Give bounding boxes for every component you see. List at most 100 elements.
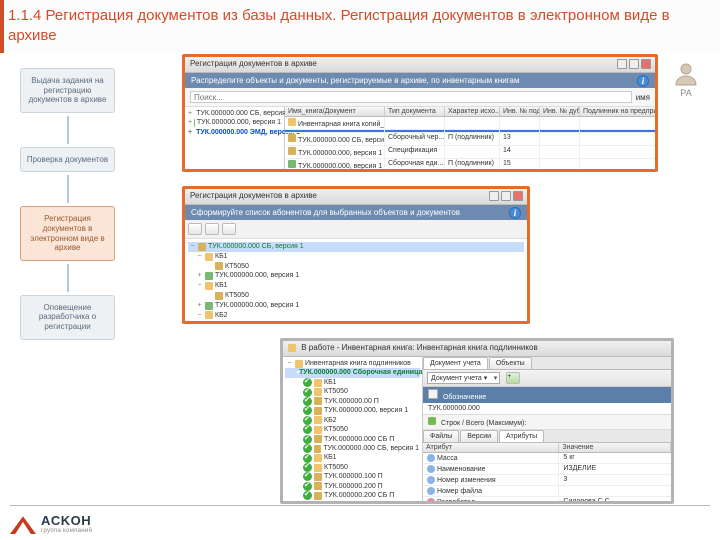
column-header[interactable]: Подлинник на предприятии: [580, 107, 658, 116]
tree-item[interactable]: +ТУК.000000.000 СБ, версия 1: [187, 109, 282, 118]
property-row[interactable]: Номер изменения3: [423, 475, 671, 486]
toolbar-button[interactable]: [188, 223, 202, 235]
table-row[interactable]: ТУК.000000.000, версия 1Сборочная еди...…: [285, 159, 658, 172]
column-header[interactable]: Тип документа: [385, 107, 445, 116]
property-row[interactable]: РазработалСидорова С.С.: [423, 497, 671, 504]
table-row[interactable]: ТУК.000000.000 СБ, версия 1Сборочный чер…: [285, 133, 658, 146]
plus-icon[interactable]: [428, 417, 436, 425]
company-name: ACKOH: [41, 513, 92, 528]
role-label: РА: [666, 88, 706, 98]
window-titlebar[interactable]: Регистрация документов в архиве: [185, 57, 655, 73]
doc-icon: [428, 389, 438, 399]
tree-item[interactable]: +ТУК.000000.000 ЭМД, версия 1: [187, 128, 282, 137]
minimize-button[interactable]: [617, 59, 627, 69]
tree-item[interactable]: КТ5050: [188, 320, 524, 324]
tree-item[interactable]: −КБ2: [188, 311, 524, 321]
property-row[interactable]: Масса5 кг: [423, 453, 671, 464]
tab-versions[interactable]: Версии: [460, 430, 498, 442]
window-title: Регистрация документов в архиве: [190, 191, 317, 200]
page-title: 1.1.4 Регистрация документов из базы дан…: [0, 0, 720, 53]
properties-panel: Документ учета Объекты Документ учета ▾ …: [423, 357, 671, 501]
connector: [67, 175, 69, 203]
maximize-button[interactable]: [629, 59, 639, 69]
tree-item[interactable]: +ТУК.000000.000, версия 1: [188, 301, 524, 311]
properties-list[interactable]: Масса5 кгНаименованиеИЗДЕЛИЕНомер измене…: [423, 453, 671, 504]
search-field-dd[interactable]: имя: [636, 93, 650, 102]
column-header[interactable]: Характер исхо...: [445, 107, 500, 116]
add-button[interactable]: +: [506, 372, 520, 384]
ascon-logo-icon: [10, 512, 36, 534]
column-header[interactable]: Инв. № дубл.: [540, 107, 580, 116]
toolbar: [185, 220, 527, 239]
table-row[interactable]: Инвентарная книга копий_цех 1: [285, 117, 658, 130]
tree-item[interactable]: +ТУК.000000.000, версия 1: [188, 271, 524, 281]
rows-count: Строк / Всего (Максимум):: [423, 415, 671, 430]
toolbar-button[interactable]: [222, 223, 236, 235]
tree-item[interactable]: КТ5050: [188, 291, 524, 301]
tab-doc-ucheta[interactable]: Документ учета: [423, 357, 488, 369]
maximize-button[interactable]: [501, 191, 511, 201]
footer-divider: [10, 505, 710, 506]
desc-label: Обозначение: [443, 394, 486, 401]
search-input[interactable]: [190, 91, 632, 103]
step-3-active: Регистрация документов в электронном вид…: [20, 206, 115, 260]
window-titlebar[interactable]: Регистрация документов в архиве: [185, 189, 527, 205]
window-register-2: Регистрация документов в архиве Сформиру…: [182, 186, 530, 324]
step-1: Выдача задания на регистрацию документов…: [20, 68, 115, 113]
table-row[interactable]: ТУК.000000.000, версия 1Спецификация14: [285, 146, 658, 159]
right-grid-pane[interactable]: Имя_книга/ДокументТип документаХарактер …: [285, 107, 658, 172]
info-icon[interactable]: i: [509, 207, 521, 219]
property-row[interactable]: Номер файла: [423, 486, 671, 497]
minimize-button[interactable]: [489, 191, 499, 201]
role-avatar: РА: [666, 60, 706, 98]
window-title: В работе - Инвентарная книга: Инвентарна…: [301, 343, 537, 352]
tree-item[interactable]: −КБ1: [188, 281, 524, 291]
grid-header: Имя_книга/ДокументТип документаХарактер …: [285, 107, 658, 117]
property-row[interactable]: НаименованиеИЗДЕЛИЕ: [423, 464, 671, 475]
process-steps: Выдача задания на регистрацию документов…: [20, 68, 115, 340]
desc-value: ТУК.000000.000: [428, 405, 480, 412]
window-titlebar[interactable]: В работе - Инвентарная книга: Инвентарна…: [283, 341, 671, 357]
banner-text: Сформируйте список абонентов для выбранн…: [191, 208, 460, 217]
abonent-tree[interactable]: −ТУК.000000.000 СБ, версия 1−КБ1КТ5050+Т…: [185, 239, 527, 324]
tree-item[interactable]: +ТУК.000000.000, версия 1: [187, 118, 282, 127]
step-4: Оповещение разработчика о регистрации: [20, 295, 115, 340]
window-register-1: Регистрация документов в архиве Распреде…: [182, 54, 658, 172]
column-header[interactable]: Имя_книга/Документ: [285, 107, 385, 116]
col-attribute: Атрибут: [423, 443, 559, 452]
close-button[interactable]: [641, 59, 651, 69]
doc-type-dropdown[interactable]: Документ учета ▾: [427, 372, 500, 384]
tab-attributes[interactable]: Атрибуты: [499, 430, 544, 442]
column-header[interactable]: Инв. № подл.: [500, 107, 540, 116]
tab-objects[interactable]: Объекты: [489, 357, 532, 369]
left-tree-pane[interactable]: +ТУК.000000.000 СБ, версия 1+ТУК.000000.…: [185, 107, 285, 172]
prop-header: Атрибут Значение: [423, 443, 671, 453]
search-bar: имя: [185, 88, 655, 107]
grid-body[interactable]: Инвентарная книга копий_цех 1 ТУК.000000.…: [285, 117, 658, 172]
info-icon[interactable]: i: [637, 75, 649, 87]
tree-root[interactable]: −Инвентарная книга подлинников: [285, 359, 420, 368]
inventory-tree[interactable]: −Инвентарная книга подлинников ТУК.000000…: [283, 357, 423, 501]
tree-item[interactable]: −КБ1: [188, 252, 524, 262]
tree-item[interactable]: ТУК.000000.200 ЭМД П: [285, 501, 420, 504]
company-tagline: группа компаний: [41, 528, 92, 534]
window-inventory-book: В работе - Инвентарная книга: Инвентарна…: [280, 338, 674, 504]
desc-value-row: ТУК.000000.000: [423, 403, 671, 415]
footer: ACKOH группа компаний: [10, 512, 92, 534]
desc-header: Обозначение: [423, 387, 671, 403]
top-tabs: Документ учета Объекты: [423, 357, 671, 370]
connector: [67, 116, 69, 144]
instruction-banner: Распределите объекты и документы, регист…: [185, 73, 655, 88]
col-value: Значение: [559, 443, 671, 452]
tree-item-selected[interactable]: −ТУК.000000.000 СБ, версия 1: [188, 242, 524, 252]
window-title: Регистрация документов в архиве: [190, 59, 317, 68]
instruction-banner: Сформируйте список абонентов для выбранн…: [185, 205, 527, 220]
person-icon: [673, 60, 699, 86]
book-icon: [288, 344, 296, 352]
toolbar-button[interactable]: [205, 223, 219, 235]
rows-label: Строк / Всего (Максимум):: [441, 420, 526, 427]
tab-files[interactable]: Файлы: [423, 430, 459, 442]
connector: [67, 264, 69, 292]
close-button[interactable]: [513, 191, 523, 201]
tree-item[interactable]: КТ5050: [188, 262, 524, 272]
